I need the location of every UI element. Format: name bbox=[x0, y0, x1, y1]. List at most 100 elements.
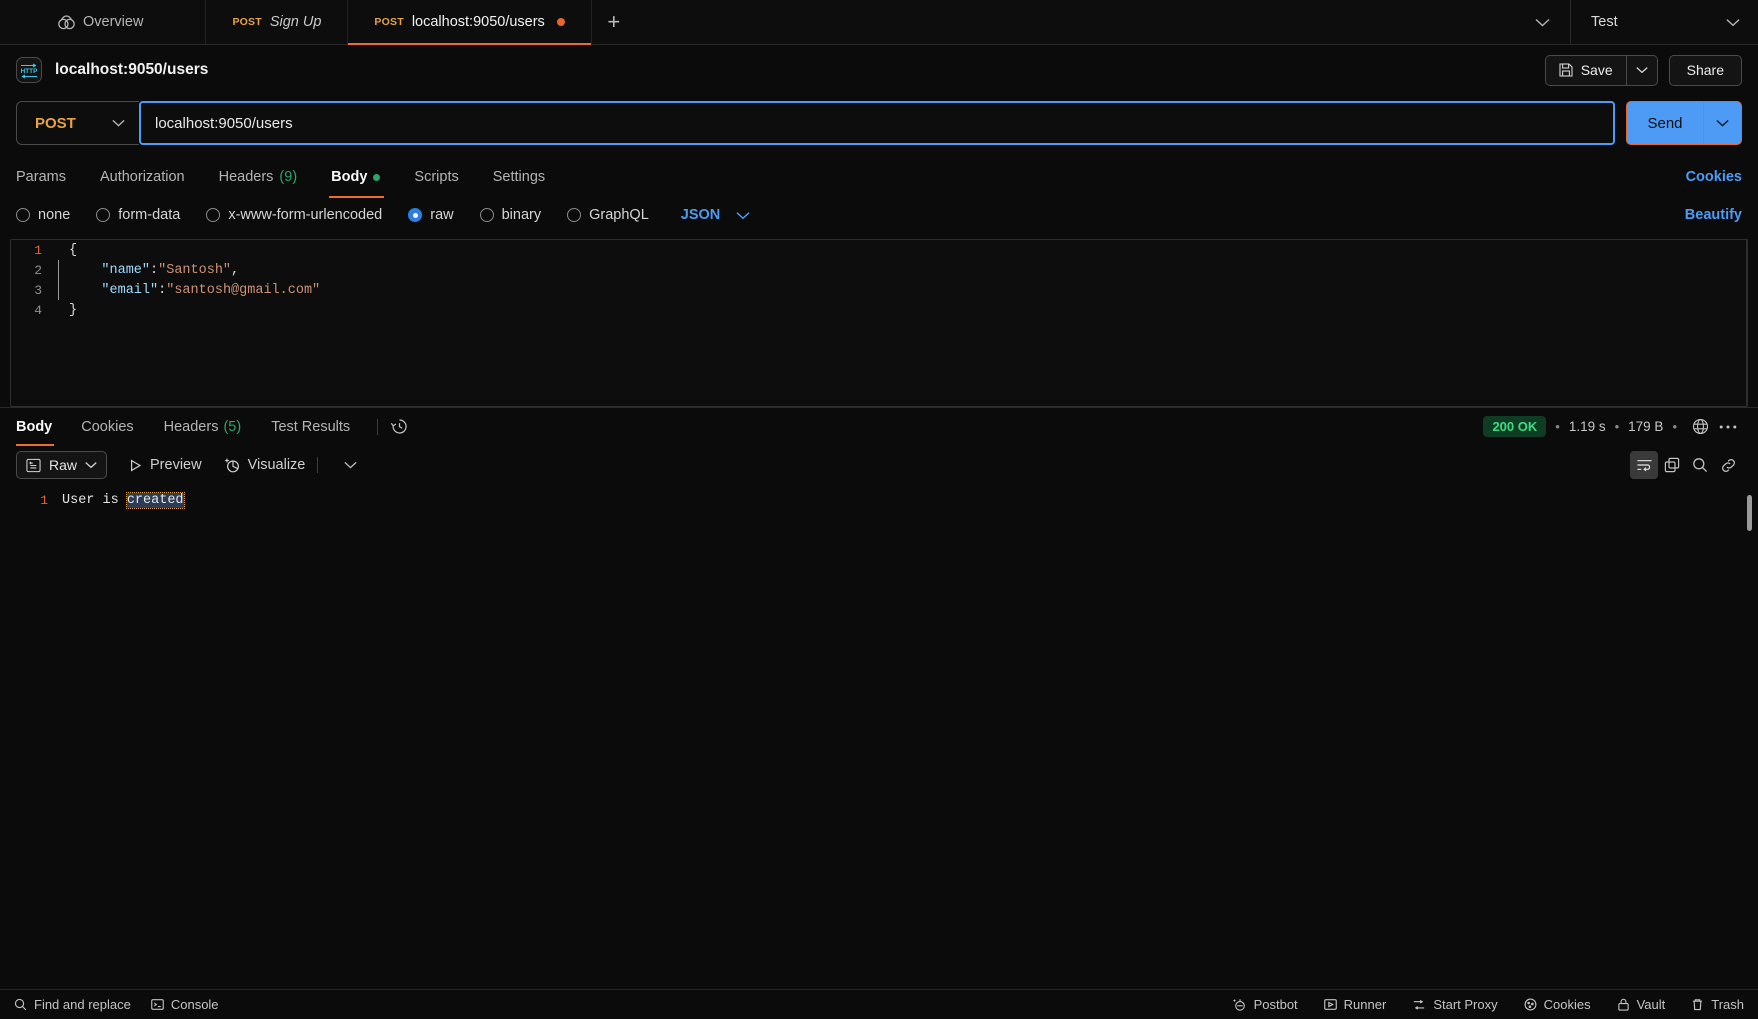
console-label: Console bbox=[170, 997, 219, 1012]
vault-button[interactable]: Vault bbox=[1617, 997, 1666, 1012]
raw-view-icon bbox=[26, 458, 41, 473]
tab-method-label: POST bbox=[232, 16, 262, 28]
view-more-options-icon[interactable] bbox=[344, 461, 357, 469]
meta-separator: • bbox=[1672, 419, 1677, 434]
radio-icon bbox=[16, 208, 30, 222]
divider bbox=[317, 457, 319, 473]
body-format-label: JSON bbox=[680, 207, 721, 223]
tab-method-label: POST bbox=[374, 16, 404, 28]
new-tab-button[interactable]: + bbox=[592, 0, 636, 44]
chevron-down-icon[interactable] bbox=[1514, 0, 1570, 44]
cookies-icon bbox=[1524, 998, 1537, 1011]
console-button[interactable]: Console bbox=[151, 997, 219, 1012]
tab-bar-right: Test bbox=[1514, 0, 1758, 44]
find-and-replace-button[interactable]: Find and replace bbox=[14, 997, 131, 1012]
cookies-link[interactable]: Cookies bbox=[1686, 169, 1742, 185]
code-line: 1 { bbox=[11, 240, 1747, 260]
body-present-dot bbox=[373, 173, 381, 181]
body-type-form-data[interactable]: form-data bbox=[96, 207, 180, 223]
more-options-icon[interactable] bbox=[1714, 413, 1742, 441]
request-header: HTTP localhost:9050/users Save Share bbox=[0, 45, 1758, 95]
response-tab-body[interactable]: Body bbox=[16, 408, 66, 446]
url-input[interactable] bbox=[139, 101, 1615, 145]
environment-selector[interactable]: Test bbox=[1570, 0, 1758, 44]
response-body[interactable]: 1 User is created bbox=[0, 485, 1758, 989]
response-tab-body-label: Body bbox=[16, 418, 53, 435]
save-button[interactable]: Save bbox=[1544, 54, 1626, 86]
chevron-down-icon bbox=[1636, 66, 1648, 74]
play-triangle-icon bbox=[129, 459, 142, 472]
code-text: "name":"Santosh", bbox=[101, 262, 240, 278]
body-type-binary[interactable]: binary bbox=[479, 207, 541, 223]
response-tab-test-results-label: Test Results bbox=[271, 418, 351, 435]
word-wrap-icon[interactable] bbox=[1630, 451, 1658, 479]
link-icon[interactable] bbox=[1714, 451, 1742, 479]
response-tab-test-results[interactable]: Test Results bbox=[256, 408, 365, 446]
body-type-urlencoded[interactable]: x-www-form-urlencoded bbox=[206, 207, 382, 223]
request-body-editor[interactable]: 1 { 2 "name":"Santosh", 3 "email":"santo… bbox=[10, 239, 1748, 407]
tab-authorization[interactable]: Authorization bbox=[83, 159, 202, 195]
response-tab-headers-label: Headers bbox=[163, 418, 219, 435]
body-format-selector[interactable]: JSON bbox=[681, 207, 751, 223]
runner-button[interactable]: Runner bbox=[1323, 997, 1386, 1012]
tab-localhost-users-label: localhost:9050/users bbox=[411, 14, 545, 30]
preview-button[interactable]: Preview bbox=[129, 457, 202, 473]
body-type-urlencoded-label: x-www-form-urlencoded bbox=[228, 207, 383, 223]
search-icon[interactable] bbox=[1686, 451, 1714, 479]
body-type-graphql[interactable]: GraphQL bbox=[567, 207, 649, 223]
response-scrollbar[interactable] bbox=[1747, 495, 1752, 531]
vault-label: Vault bbox=[1636, 997, 1666, 1012]
tab-params[interactable]: Params bbox=[16, 159, 83, 195]
tab-sign-up[interactable]: POST Sign Up bbox=[206, 0, 349, 44]
editor-scrollbar[interactable] bbox=[1746, 240, 1747, 406]
tab-settings[interactable]: Settings bbox=[476, 159, 562, 195]
http-method-label: POST bbox=[35, 114, 76, 132]
http-method-selector[interactable]: POST bbox=[16, 101, 139, 145]
find-and-replace-label: Find and replace bbox=[34, 997, 131, 1012]
fold-indicator bbox=[53, 260, 63, 280]
tab-scripts[interactable]: Scripts bbox=[397, 159, 475, 195]
beautify-button[interactable]: Beautify bbox=[1685, 207, 1742, 223]
trash-icon bbox=[1691, 998, 1704, 1011]
trash-button[interactable]: Trash bbox=[1691, 997, 1744, 1012]
preview-label: Preview bbox=[150, 457, 202, 473]
response-pane: Body Cookies Headers (5) Test Results 20… bbox=[0, 407, 1758, 989]
http-protocol-icon: HTTP bbox=[16, 57, 42, 83]
response-tab-cookies[interactable]: Cookies bbox=[66, 408, 148, 446]
response-line: 1 User is created bbox=[0, 485, 1758, 509]
copy-icon[interactable] bbox=[1658, 451, 1686, 479]
history-clock-icon[interactable] bbox=[390, 417, 409, 436]
visualize-sparkle-icon bbox=[224, 457, 240, 473]
cookies-button[interactable]: Cookies bbox=[1524, 997, 1591, 1012]
fold-indicator bbox=[53, 280, 63, 300]
body-type-graphql-label: GraphQL bbox=[589, 207, 649, 223]
body-type-none[interactable]: none bbox=[16, 207, 70, 223]
share-button[interactable]: Share bbox=[1668, 54, 1742, 86]
network-globe-icon[interactable] bbox=[1686, 413, 1714, 441]
environment-label: Test bbox=[1591, 14, 1618, 30]
tab-localhost-users[interactable]: POST localhost:9050/users bbox=[348, 0, 592, 45]
body-type-raw[interactable]: raw bbox=[408, 207, 454, 223]
line-number: 4 bbox=[34, 302, 42, 318]
response-text-prefix: User is bbox=[62, 492, 127, 508]
start-proxy-button[interactable]: Start Proxy bbox=[1412, 997, 1498, 1012]
runner-icon bbox=[1323, 998, 1337, 1011]
visualize-button[interactable]: Visualize bbox=[224, 457, 305, 473]
postbot-button[interactable]: Postbot bbox=[1232, 997, 1298, 1012]
headers-count: (9) bbox=[279, 169, 298, 185]
response-tabs: Body Cookies Headers (5) Test Results 20… bbox=[0, 407, 1758, 446]
send-button[interactable]: Send bbox=[1626, 101, 1704, 145]
response-tab-headers[interactable]: Headers (5) bbox=[149, 408, 257, 446]
response-headers-count: (5) bbox=[223, 418, 242, 435]
response-view-mode-selector[interactable]: Raw bbox=[16, 451, 108, 479]
chevron-down-icon bbox=[1726, 18, 1740, 27]
code-text: } bbox=[69, 302, 78, 318]
tab-bar: Overview POST Sign Up POST localhost:905… bbox=[0, 0, 1758, 45]
tab-body[interactable]: Body bbox=[314, 159, 397, 198]
save-options-button[interactable] bbox=[1625, 54, 1658, 86]
tab-headers[interactable]: Headers (9) bbox=[202, 159, 315, 195]
chevron-down-icon bbox=[736, 211, 750, 220]
radio-icon-checked bbox=[408, 208, 423, 222]
send-options-button[interactable] bbox=[1704, 101, 1742, 145]
tab-overview[interactable]: Overview bbox=[0, 0, 207, 44]
